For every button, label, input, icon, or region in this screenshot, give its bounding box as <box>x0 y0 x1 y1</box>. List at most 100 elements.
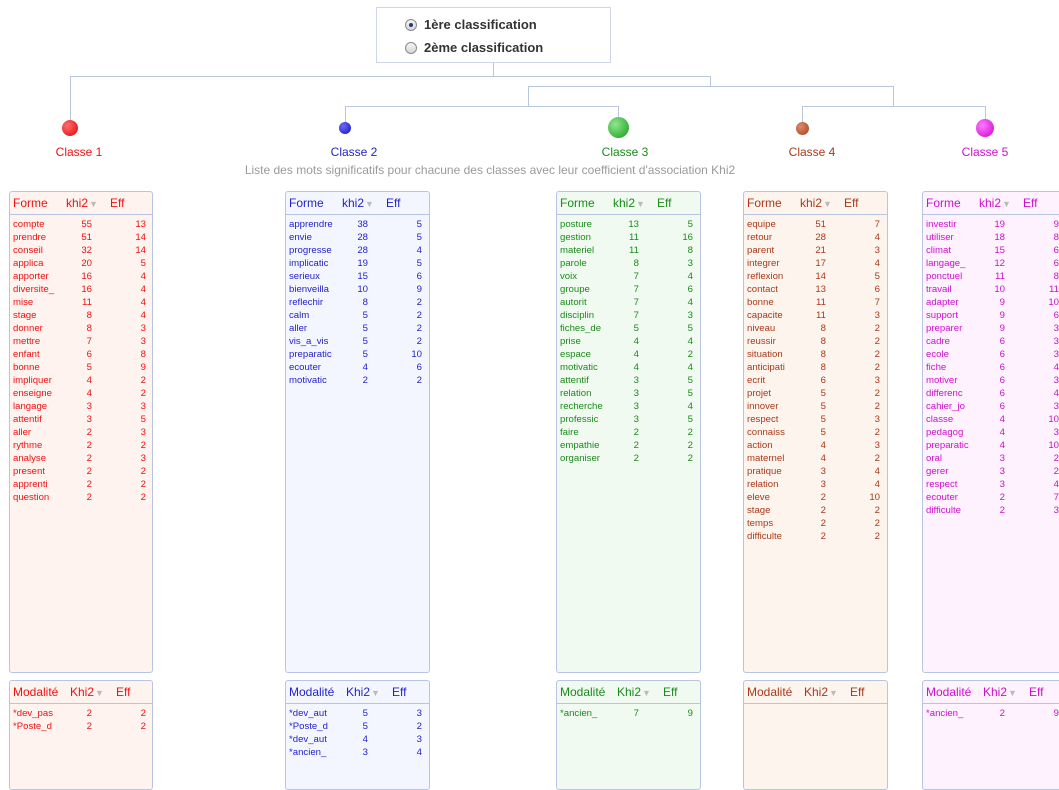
table-row[interactable]: retour 28 4 <box>744 232 887 245</box>
table-row[interactable]: *dev_aut 4 3 <box>286 734 429 747</box>
khi2-column-header[interactable]: Khi2▼ <box>804 685 838 699</box>
eff-column-header[interactable]: Eff <box>116 685 130 699</box>
table-row[interactable]: climat 15 6 <box>923 245 1059 258</box>
class-2-node[interactable] <box>339 122 351 134</box>
radio-label-2[interactable]: 2ème classification <box>424 40 543 55</box>
table-row[interactable]: reflechir 8 2 <box>286 297 429 310</box>
table-row[interactable]: reflexion 14 5 <box>744 271 887 284</box>
radio-selected-icon[interactable] <box>405 18 417 31</box>
table-row[interactable]: serieux 15 6 <box>286 271 429 284</box>
eff-column-header[interactable]: Eff <box>1023 196 1037 210</box>
table-row[interactable]: mise 11 4 <box>10 297 152 310</box>
forme-column-header[interactable]: Forme <box>560 196 595 210</box>
table-row[interactable]: *Poste_d 5 2 <box>286 721 429 734</box>
table-row[interactable]: preparatic 4 10 <box>923 440 1059 453</box>
table-row[interactable]: apprendre 38 5 <box>286 219 429 232</box>
table-row[interactable]: apporter 16 4 <box>10 271 152 284</box>
table-row[interactable]: cahier_jo 6 3 <box>923 401 1059 414</box>
table-row[interactable]: ecrit 6 3 <box>744 375 887 388</box>
table-row[interactable]: attentif 3 5 <box>557 375 700 388</box>
khi2-column-header[interactable]: khi2▼ <box>800 196 832 210</box>
forme-column-header[interactable]: Forme <box>289 196 324 210</box>
table-row[interactable]: eleve 2 10 <box>744 492 887 505</box>
table-row[interactable]: enseigne 4 2 <box>10 388 152 401</box>
eff-column-header[interactable]: Eff <box>850 685 864 699</box>
khi2-column-header[interactable]: Khi2▼ <box>346 685 380 699</box>
table-row[interactable]: difficulte 2 3 <box>923 505 1059 518</box>
table-row[interactable]: rythme 2 2 <box>10 440 152 453</box>
table-row[interactable]: empathie 2 2 <box>557 440 700 453</box>
forme-column-header[interactable]: Forme <box>926 196 961 210</box>
table-row[interactable]: projet 5 2 <box>744 388 887 401</box>
table-row[interactable]: analyse 2 3 <box>10 453 152 466</box>
table-row[interactable]: apprenti 2 2 <box>10 479 152 492</box>
table-row[interactable]: mettre 7 3 <box>10 336 152 349</box>
modalite-column-header[interactable]: Modalité <box>13 685 58 699</box>
table-row[interactable]: action 4 3 <box>744 440 887 453</box>
table-row[interactable]: parole 8 3 <box>557 258 700 271</box>
table-row[interactable]: *ancien_ 7 9 <box>557 708 700 721</box>
eff-column-header[interactable]: Eff <box>392 685 406 699</box>
table-row[interactable]: maternel 4 2 <box>744 453 887 466</box>
table-row[interactable]: *dev_aut 5 3 <box>286 708 429 721</box>
table-row[interactable]: voix 7 4 <box>557 271 700 284</box>
table-row[interactable]: applica 20 5 <box>10 258 152 271</box>
eff-column-header[interactable]: Eff <box>1029 685 1043 699</box>
table-row[interactable]: implicatic 19 5 <box>286 258 429 271</box>
table-row[interactable]: *ancien_ 3 4 <box>286 747 429 760</box>
table-row[interactable]: relation 3 4 <box>744 479 887 492</box>
radio-option-1[interactable]: 1ère classification <box>405 17 537 32</box>
table-row[interactable]: reussir 8 2 <box>744 336 887 349</box>
table-row[interactable]: difficulte 2 2 <box>744 531 887 544</box>
khi2-column-header[interactable]: khi2▼ <box>342 196 374 210</box>
forme-column-header[interactable]: Forme <box>13 196 48 210</box>
table-row[interactable]: preparer 9 3 <box>923 323 1059 336</box>
table-row[interactable]: langage_ 12 6 <box>923 258 1059 271</box>
table-row[interactable]: adapter 9 10 <box>923 297 1059 310</box>
table-row[interactable]: innover 5 2 <box>744 401 887 414</box>
table-row[interactable]: vis_a_vis 5 2 <box>286 336 429 349</box>
table-row[interactable]: calm 5 2 <box>286 310 429 323</box>
table-row[interactable]: bienveilla 10 9 <box>286 284 429 297</box>
table-row[interactable]: conseil 32 14 <box>10 245 152 258</box>
table-row[interactable]: faire 2 2 <box>557 427 700 440</box>
table-row[interactable]: stage 2 2 <box>744 505 887 518</box>
table-row[interactable]: envie 28 5 <box>286 232 429 245</box>
table-row[interactable]: groupe 7 6 <box>557 284 700 297</box>
table-row[interactable]: motivatic 2 2 <box>286 375 429 388</box>
eff-column-header[interactable]: Eff <box>386 196 400 210</box>
eff-column-header[interactable]: Eff <box>657 196 671 210</box>
table-row[interactable]: integrer 17 4 <box>744 258 887 271</box>
table-row[interactable]: espace 4 2 <box>557 349 700 362</box>
table-row[interactable]: bonne 5 9 <box>10 362 152 375</box>
table-row[interactable]: *ancien_ 2 9 <box>923 708 1059 721</box>
table-row[interactable]: capacite 11 3 <box>744 310 887 323</box>
table-row[interactable]: enfant 6 8 <box>10 349 152 362</box>
table-row[interactable]: autorit 7 4 <box>557 297 700 310</box>
table-row[interactable]: classe 4 10 <box>923 414 1059 427</box>
table-row[interactable]: differenc 6 4 <box>923 388 1059 401</box>
table-row[interactable]: respect 3 4 <box>923 479 1059 492</box>
table-row[interactable]: contact 13 6 <box>744 284 887 297</box>
radio-label-1[interactable]: 1ère classification <box>424 17 537 32</box>
forme-column-header[interactable]: Forme <box>747 196 782 210</box>
table-row[interactable]: gestion 11 16 <box>557 232 700 245</box>
class-4-node[interactable] <box>796 122 809 135</box>
radio-option-2[interactable]: 2ème classification <box>405 40 543 55</box>
table-row[interactable]: fiche 6 4 <box>923 362 1059 375</box>
table-row[interactable]: prendre 51 14 <box>10 232 152 245</box>
table-row[interactable]: compte 55 13 <box>10 219 152 232</box>
table-row[interactable]: attentif 3 5 <box>10 414 152 427</box>
table-row[interactable]: investir 19 9 <box>923 219 1059 232</box>
table-row[interactable]: ecouter 4 6 <box>286 362 429 375</box>
table-row[interactable]: anticipati 8 2 <box>744 362 887 375</box>
modalite-column-header[interactable]: Modalité <box>747 685 792 699</box>
table-row[interactable]: recherche 3 4 <box>557 401 700 414</box>
eff-column-header[interactable]: Eff <box>110 196 124 210</box>
table-row[interactable]: progresse 28 4 <box>286 245 429 258</box>
table-row[interactable]: pratique 3 4 <box>744 466 887 479</box>
table-row[interactable]: posture 13 5 <box>557 219 700 232</box>
radio-unselected-icon[interactable] <box>405 41 417 54</box>
table-row[interactable]: connaiss 5 2 <box>744 427 887 440</box>
table-row[interactable]: present 2 2 <box>10 466 152 479</box>
